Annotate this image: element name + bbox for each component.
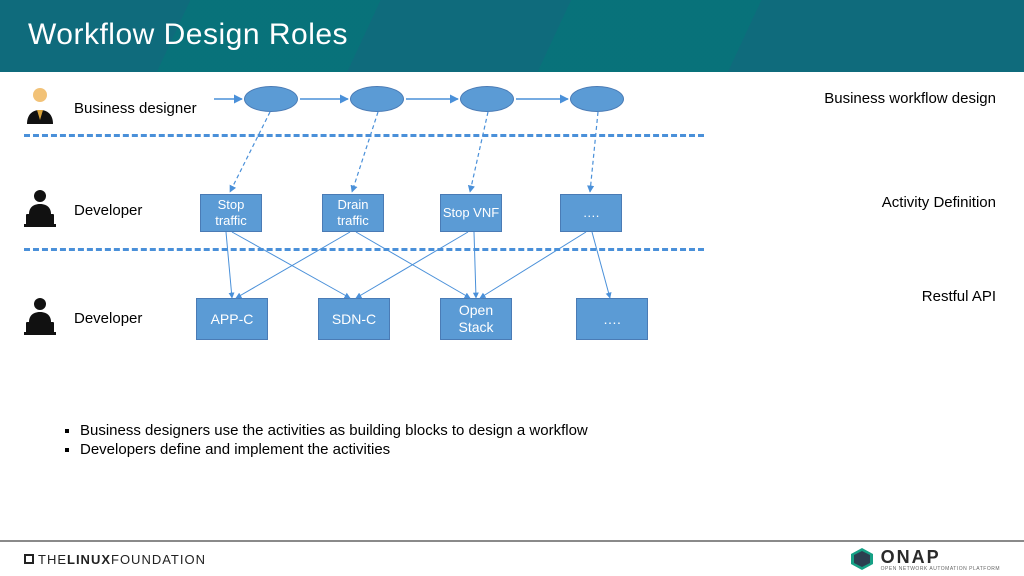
- slide-footer: THELINUXFOUNDATION ONAP OPEN NETWORK AUT…: [0, 540, 1024, 576]
- developer-icon-2: [22, 296, 68, 341]
- workflow-step-4: [570, 86, 624, 112]
- notes-list: Business designers use the activities as…: [80, 422, 588, 460]
- api-sdnc: SDN-C: [318, 298, 390, 340]
- api-openstack: Open Stack: [440, 298, 512, 340]
- row-activity: Developer: [0, 188, 1024, 233]
- role-label-business: Business designer: [74, 100, 197, 117]
- note-2: Developers define and implement the acti…: [80, 441, 588, 458]
- divider-1: [24, 134, 704, 137]
- tier-label-business: Business workflow design: [824, 90, 996, 107]
- divider-2: [24, 248, 704, 251]
- workflow-step-3: [460, 86, 514, 112]
- business-person-icon: [22, 86, 68, 131]
- onap-logo: ONAP OPEN NETWORK AUTOMATION PLATFORM: [849, 546, 1000, 572]
- diagram-area: Business designer Business workflow desi…: [0, 72, 1024, 492]
- activity-stop-vnf: Stop VNF: [440, 194, 502, 232]
- lf-square-icon: [24, 554, 34, 564]
- activity-stop-traffic: Stop traffic: [200, 194, 262, 232]
- onap-subtitle: OPEN NETWORK AUTOMATION PLATFORM: [881, 566, 1000, 572]
- activity-more: ….: [560, 194, 622, 232]
- slide-header: Workflow Design Roles: [0, 0, 1024, 72]
- tier-label-activity: Activity Definition: [882, 194, 996, 211]
- api-more: ….: [576, 298, 648, 340]
- workflow-step-1: [244, 86, 298, 112]
- activity-drain-traffic: Drain traffic: [322, 194, 384, 232]
- onap-text: ONAP: [881, 547, 941, 567]
- row-api: Developer: [0, 296, 1024, 341]
- workflow-step-2: [350, 86, 404, 112]
- developer-icon-1: [22, 188, 68, 233]
- tier-label-api: Restful API: [922, 288, 996, 305]
- role-label-activity: Developer: [74, 202, 142, 219]
- api-appc: APP-C: [196, 298, 268, 340]
- linux-foundation-logo: THELINUXFOUNDATION: [24, 552, 206, 567]
- onap-hexagon-icon: [849, 546, 875, 572]
- note-1: Business designers use the activities as…: [80, 422, 588, 439]
- role-label-api: Developer: [74, 310, 142, 327]
- slide-title: Workflow Design Roles: [0, 0, 1024, 52]
